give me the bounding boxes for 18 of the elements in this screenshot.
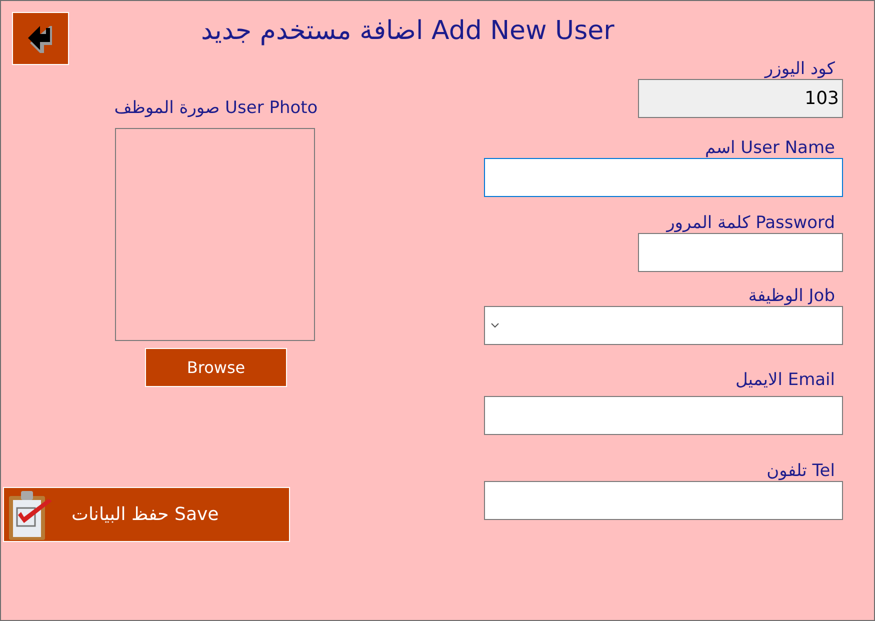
input-field[interactable] — [484, 158, 843, 197]
input-field[interactable] — [638, 233, 843, 272]
photo-label: صورة الموظف User Photo — [114, 97, 318, 119]
chevron-down-icon — [491, 323, 499, 328]
page-title: اضافة مستخدم جديد Add New User — [201, 18, 614, 44]
field-label: كلمة المرور Password — [666, 212, 835, 234]
input-field[interactable] — [484, 481, 843, 520]
code-field[interactable]: 103 — [638, 79, 843, 118]
field-label: اسم User Name — [705, 137, 835, 159]
back-button[interactable] — [12, 12, 69, 65]
field-label: الوظيفة Job — [748, 285, 835, 307]
input-field[interactable] — [484, 396, 843, 435]
save-button[interactable]: حفظ البيانات Save — [2, 487, 290, 542]
browse-button[interactable]: Browse — [145, 348, 287, 387]
field-label: كود اليوزر — [764, 58, 835, 80]
field-label: الايميل Email — [735, 369, 835, 391]
job-dropdown[interactable] — [484, 306, 843, 345]
field-label: تلفون Tel — [766, 460, 835, 482]
